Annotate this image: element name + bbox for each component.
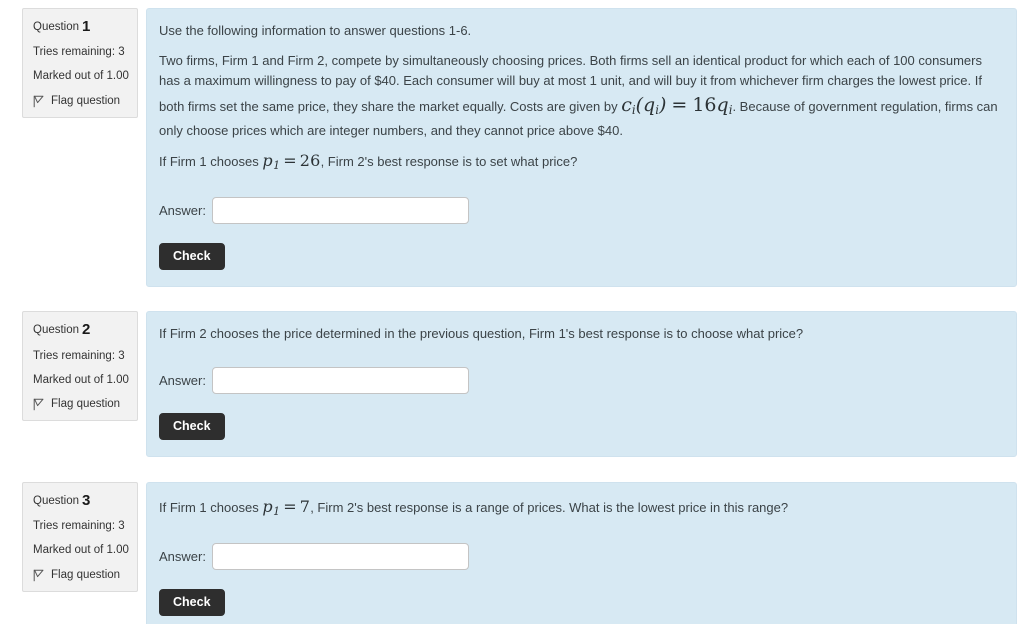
- question-word-label: Question: [33, 21, 80, 33]
- marked-out-of-1: Marked out of 1.00: [33, 70, 129, 83]
- question-number-row-2: Question 2: [33, 321, 129, 338]
- question-info-panel-3: Question 3 Tries remaining: 3 Marked out …: [22, 482, 138, 592]
- flag-question-button-2[interactable]: Flag question: [33, 398, 129, 411]
- answer-label-1: Answer:: [159, 202, 206, 218]
- prompt-suffix-1: , Firm 2's best response is to set what …: [320, 154, 578, 169]
- answer-input-2[interactable]: [211, 366, 469, 394]
- question-content-panel-3: If Firm 1 chooses p1 = 7, Firm 2's best re…: [146, 482, 1017, 624]
- question-block-1: Question 1 Tries remaining: 3 Marked out …: [0, 0, 1017, 288]
- quiz-page: Question 1 Tries remaining: 3 Marked out …: [0, 0, 1017, 624]
- question-content-panel-1: Use the following information to answer …: [146, 8, 1017, 288]
- flag-question-button-1[interactable]: Flag question: [33, 95, 129, 108]
- cost-function-math: ci(qi) = 16qi: [621, 94, 733, 118]
- question-word-label: Question: [33, 495, 80, 508]
- question-number: 3: [82, 492, 91, 510]
- answer-input-1[interactable]: [211, 196, 469, 224]
- question-info-panel-1: Question 1 Tries remaining: 3 Marked out …: [22, 8, 138, 118]
- question-block-2: Question 2 Tries remaining: 3 Marked out …: [0, 287, 1017, 458]
- question-intro-text: Use the following information to answer …: [159, 23, 472, 38]
- flag-icon: [33, 569, 44, 582]
- flag-question-label-3: Flag question: [51, 568, 121, 581]
- flag-icon: [33, 398, 44, 411]
- check-button-3[interactable]: Check: [159, 588, 225, 617]
- question-number: 2: [82, 321, 91, 339]
- flag-question-label-1: Flag question: [51, 94, 121, 107]
- answer-label-2: Answer:: [159, 372, 206, 388]
- question-body-text: Two firms, Firm 1 and Firm 2, compete by…: [159, 51, 1000, 141]
- flag-question-label-2: Flag question: [51, 398, 121, 411]
- question-block-3: Question 3 Tries remaining: 3 Marked out …: [0, 457, 1017, 624]
- prompt-suffix-3: , Firm 2's best response is a range of p…: [310, 500, 789, 516]
- prompt-math-3: p1 = 7: [262, 497, 311, 519]
- check-button-2[interactable]: Check: [159, 412, 225, 441]
- question-prompt-1: If Firm 1 chooses p1 = 26, Firm 2's best r…: [159, 149, 1000, 175]
- question-prompt-3: If Firm 1 chooses p1 = 7, Firm 2's best re…: [159, 495, 1000, 521]
- check-button-1[interactable]: Check: [159, 242, 225, 271]
- answer-row-3: Answer:: [159, 542, 1000, 570]
- prompt-prefix-3: If Firm 1 chooses: [159, 500, 263, 516]
- prompt-math-1: p1 = 26: [262, 151, 321, 173]
- question-content-panel-2: If Firm 2 chooses the price determined i…: [146, 311, 1017, 458]
- marked-out-of-3: Marked out of 1.00: [33, 544, 129, 557]
- question-number-row-3: Question 3: [33, 492, 129, 509]
- answer-label-3: Answer:: [159, 548, 206, 564]
- question-info-panel-2: Question 2 Tries remaining: 3 Marked out …: [22, 311, 138, 422]
- answer-input-3[interactable]: [211, 542, 469, 570]
- tries-remaining-2: Tries remaining: 3: [33, 349, 125, 362]
- question-number-row-1: Question 1: [33, 18, 129, 35]
- tries-remaining-1: Tries remaining: 3: [33, 46, 125, 59]
- question-number: 1: [82, 18, 91, 35]
- prompt-prefix-1: If Firm 1 chooses: [159, 154, 263, 169]
- flag-question-button-3[interactable]: Flag question: [33, 569, 129, 582]
- answer-row-1: Answer:: [159, 196, 1000, 224]
- flag-icon: [33, 95, 44, 108]
- answer-row-2: Answer:: [159, 366, 1000, 394]
- question-word-label: Question: [33, 324, 80, 337]
- tries-remaining-3: Tries remaining: 3: [33, 520, 125, 533]
- question-prompt-2: If Firm 2 chooses the price determined i…: [159, 326, 804, 342]
- marked-out-of-2: Marked out of 1.00: [33, 373, 129, 386]
